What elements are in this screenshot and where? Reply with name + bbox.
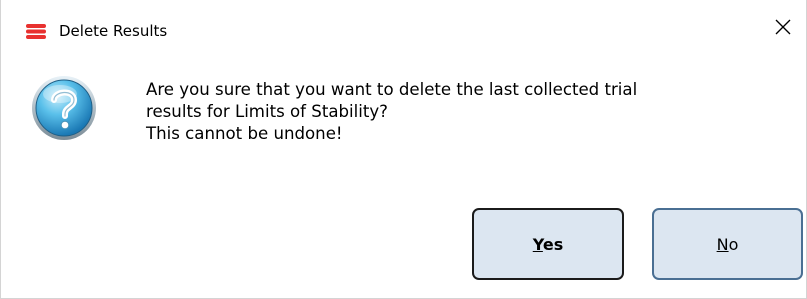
yes-button[interactable]: Yes [472, 208, 624, 280]
dialog-message: Are you sure that you want to delete the… [146, 79, 796, 145]
message-line: results for Limits of Stability? [146, 102, 388, 121]
stack-icon [26, 24, 46, 39]
no-button-label: No [716, 234, 739, 254]
window-title: Delete Results [59, 22, 168, 40]
close-icon [775, 19, 791, 40]
title-bar[interactable]: Delete Results [1, 0, 806, 44]
message-line: Are you sure that you want to delete the… [146, 80, 638, 99]
delete-results-dialog: Delete Results Are you sure that you wan… [0, 0, 807, 299]
no-button[interactable]: No [652, 208, 803, 280]
message-line: This cannot be undone! [146, 124, 343, 143]
question-icon [30, 74, 98, 142]
close-button[interactable] [760, 12, 806, 46]
yes-button-label: Yes [532, 234, 564, 254]
